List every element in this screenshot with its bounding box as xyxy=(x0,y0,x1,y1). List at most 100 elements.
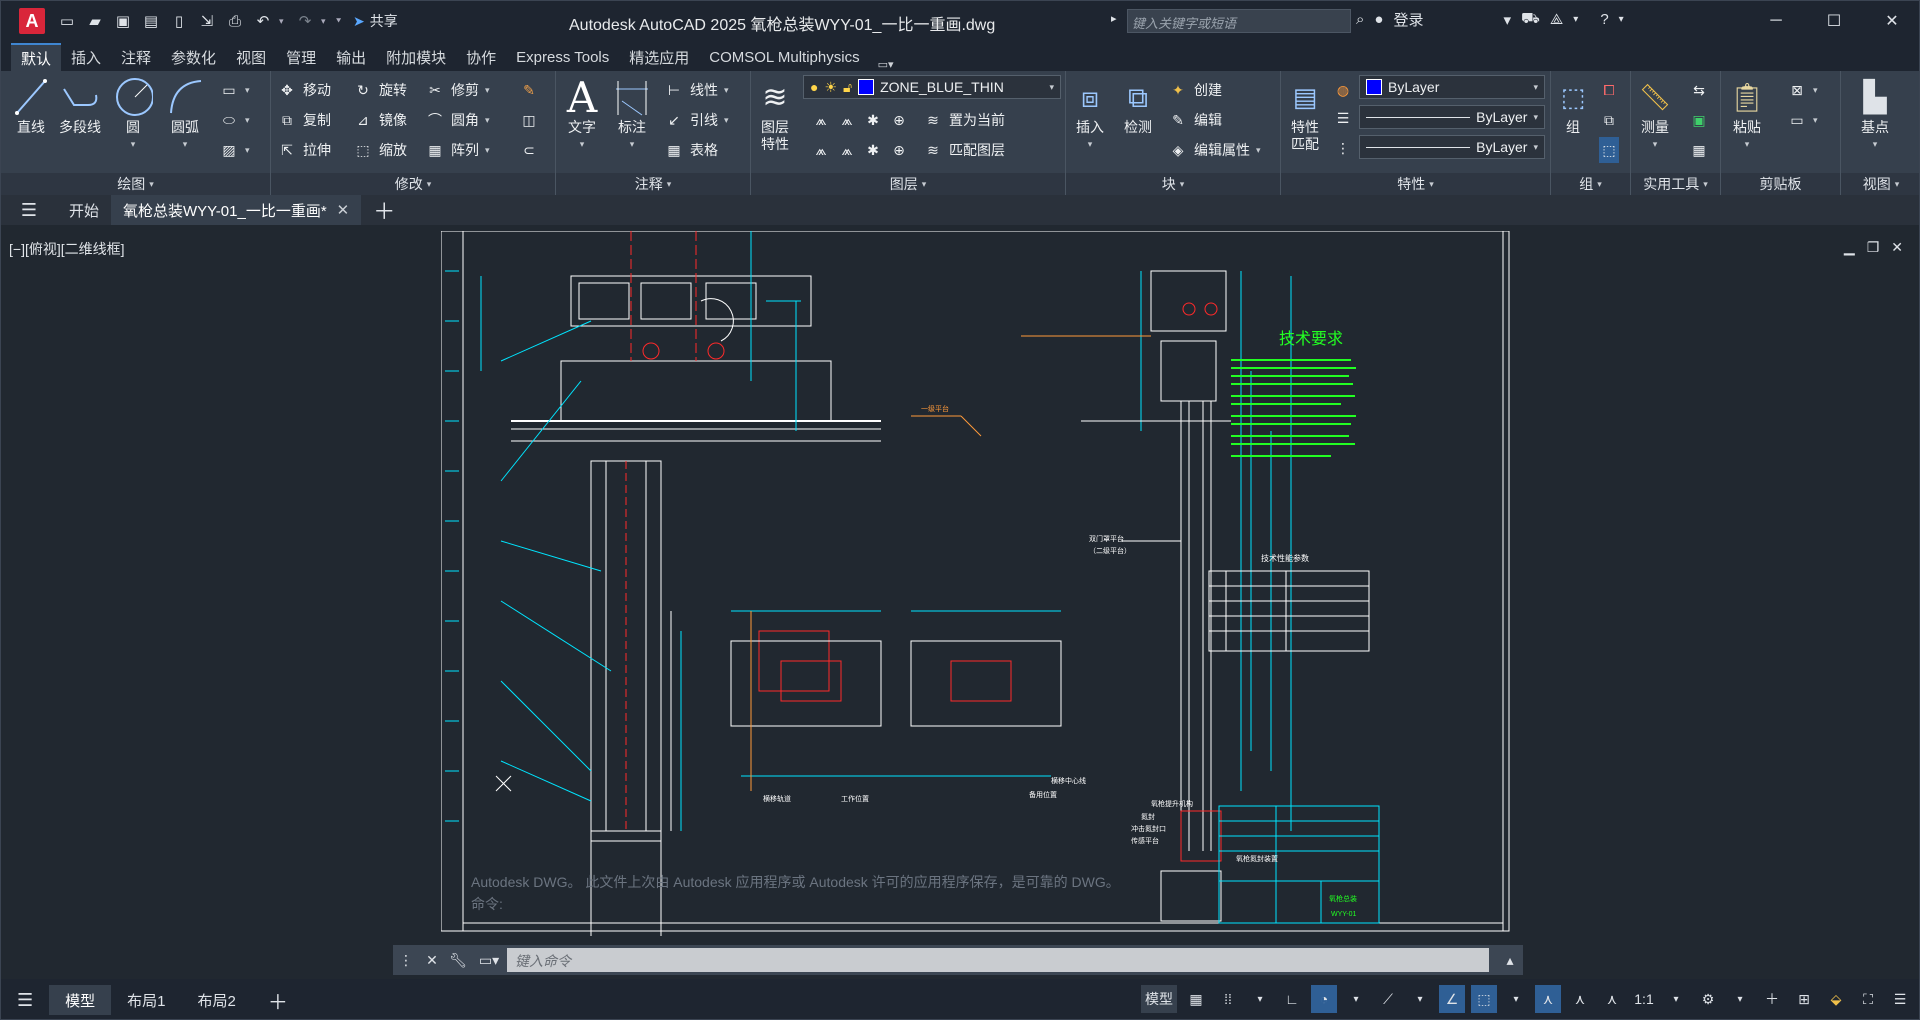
grip-icon[interactable]: ⋮ xyxy=(393,945,419,975)
array-button[interactable]: ▦ 阵列 ▾ xyxy=(425,137,489,163)
polar-icon[interactable]: ◔ xyxy=(1311,985,1337,1013)
layout-menu-icon[interactable]: ☰ xyxy=(1,985,49,1015)
new-tab-icon[interactable]: ＋ xyxy=(361,195,407,225)
ribbon-toggle-icon[interactable]: ▭▾ xyxy=(878,58,894,71)
ellipse-button[interactable]: ⬭ ▾ xyxy=(219,107,250,133)
tab-featured-apps[interactable]: 精选应用 xyxy=(619,43,699,71)
customize-status-icon[interactable]: ☰ xyxy=(1887,985,1913,1013)
ungroup-icon[interactable]: ⧠ xyxy=(1599,77,1619,103)
copy-clip-icon[interactable]: ▭ ▾ xyxy=(1787,107,1817,133)
help-dropdown-icon[interactable]: ▾ xyxy=(1619,14,1624,25)
annotation-scale-icon[interactable]: ⋏ xyxy=(1599,985,1625,1013)
object-snap-icon[interactable]: ⬚ xyxy=(1471,985,1497,1013)
cad-drawing[interactable]: 技术要求 技术性能参数 氧枪总装 WYY-01 一级平台 双门罩平台 （二级平台… xyxy=(441,231,1511,936)
move-button[interactable]: ✥ 移动 xyxy=(277,77,331,103)
vp-minimize-icon[interactable]: ▁ xyxy=(1844,239,1855,256)
dimension-button[interactable]: 标注 ▾ xyxy=(612,75,652,153)
panel-block-title[interactable]: 块 ▾ xyxy=(1066,173,1280,195)
tab-insert[interactable]: 插入 xyxy=(61,43,111,71)
measure-button[interactable]: 📏︎ 测量 ▾ xyxy=(1635,75,1675,153)
vp-restore-icon[interactable]: ❐ xyxy=(1867,239,1880,256)
panel-groups-title[interactable]: 组 ▾ xyxy=(1551,173,1630,195)
linear-dim-button[interactable]: ⊢ 线性 ▾ xyxy=(664,77,729,103)
connect-icon[interactable]: ⟁ xyxy=(1550,11,1563,28)
quick-select-icon[interactable]: ⇆ xyxy=(1689,77,1709,103)
search-expand-icon[interactable]: ▸ xyxy=(1111,12,1117,25)
workspace-dropdown-icon[interactable]: ▾ xyxy=(1727,985,1753,1013)
save-as-icon[interactable]: ▤ xyxy=(139,9,163,33)
close-cmd-icon[interactable]: ✕ xyxy=(419,945,445,975)
new-file-icon[interactable]: ▭ xyxy=(55,9,79,33)
tab-annotate[interactable]: 注释 xyxy=(111,43,161,71)
group-button[interactable]: ⬚ 组 xyxy=(1553,75,1593,136)
circle-dropdown-icon[interactable]: ▾ xyxy=(131,136,136,153)
minimize-icon[interactable]: ─ xyxy=(1747,1,1805,41)
tab-collaborate[interactable]: 协作 xyxy=(456,43,506,71)
snap-icon[interactable]: ⁞⁞ xyxy=(1215,985,1241,1013)
maximize-icon[interactable]: ☐ xyxy=(1805,1,1863,41)
leader-button[interactable]: ↙ 引线 ▾ xyxy=(664,107,728,133)
base-view-button[interactable]: ▙ 基点 ▾ xyxy=(1855,75,1895,153)
redo-icon[interactable]: ↷ xyxy=(293,9,317,33)
cmd-expand-icon[interactable]: ▴ xyxy=(1497,945,1523,975)
command-input[interactable]: 键入命令 xyxy=(507,948,1489,972)
tab-express-tools[interactable]: Express Tools xyxy=(506,43,619,71)
osnap-dropdown-icon[interactable]: ▾ xyxy=(1503,985,1529,1013)
tab-layout2[interactable]: 布局2 xyxy=(182,985,252,1015)
arc-button[interactable]: 圆弧 ▾ xyxy=(165,75,205,153)
tab-manage[interactable]: 管理 xyxy=(276,43,326,71)
snap-dropdown-icon[interactable]: ▾ xyxy=(1247,985,1273,1013)
panel-annotation-title[interactable]: 注释 ▾ xyxy=(556,173,750,195)
share-button[interactable]: ➤ 共享 xyxy=(353,11,398,31)
vp-close-icon[interactable]: ✕ xyxy=(1891,239,1903,256)
scale-button[interactable]: ⬚ 缩放 xyxy=(353,137,407,163)
inspect-button[interactable]: ⧉ 检测 xyxy=(1118,75,1158,136)
close-icon[interactable]: ✕ xyxy=(1863,1,1919,41)
table-button[interactable]: ▦ 表格 xyxy=(664,137,718,163)
trim-button[interactable]: ✂ 修剪 ▾ xyxy=(425,77,489,103)
object-snap-tracking-icon[interactable]: ∠ xyxy=(1439,985,1465,1013)
tab-layout1[interactable]: 布局1 xyxy=(111,985,181,1015)
tab-comsol[interactable]: COMSOL Multiphysics xyxy=(699,43,869,71)
paste-button[interactable]: 📋︎ 粘贴 ▾ xyxy=(1727,75,1767,153)
stretch-button[interactable]: ⇱ 拉伸 xyxy=(277,137,331,163)
panel-layers-title[interactable]: 图层 ▾ xyxy=(751,173,1065,195)
help-icon[interactable]: ? xyxy=(1600,11,1608,28)
group-edit-icon[interactable]: ⧉ xyxy=(1599,107,1619,133)
annotation-visibility-icon[interactable]: ⋏ xyxy=(1535,985,1561,1013)
select-all-icon[interactable]: ▣ xyxy=(1689,107,1709,133)
undo-dropdown-icon[interactable]: ▾ xyxy=(279,16,289,27)
edit-attributes-button[interactable]: ◈ 编辑属性 ▾ xyxy=(1168,137,1261,163)
plot-icon[interactable]: ⎙ xyxy=(223,9,247,33)
open-folder-icon[interactable]: ▰ xyxy=(83,9,107,33)
tab-view[interactable]: 视图 xyxy=(226,43,276,71)
web-mobile-icon[interactable]: ▯ xyxy=(167,9,191,33)
layer-tools-row1[interactable]: ⩕ ⩕ ✱ ⊕ xyxy=(811,107,909,133)
color-dropdown[interactable]: ByLayer ▾ xyxy=(1359,75,1545,99)
arc-dropdown-icon[interactable]: ▾ xyxy=(183,136,188,153)
panel-draw-title[interactable]: 绘图 ▾ xyxy=(1,173,270,195)
tab-addins[interactable]: 附加模块 xyxy=(376,43,456,71)
polar-dropdown-icon[interactable]: ▾ xyxy=(1343,985,1369,1013)
lineweight-dropdown[interactable]: ByLayer ▾ xyxy=(1359,135,1545,159)
redo-dropdown-icon[interactable]: ▾ xyxy=(321,16,331,27)
panel-utilities-title[interactable]: 实用工具 ▾ xyxy=(1631,173,1720,195)
insert-block-button[interactable]: ⧈ 插入 ▾ xyxy=(1070,75,1110,153)
fillet-button[interactable]: ⌒ 圆角 ▾ xyxy=(425,107,490,133)
workspace-gear-icon[interactable]: ⚙ xyxy=(1695,985,1721,1013)
tab-output[interactable]: 输出 xyxy=(326,43,376,71)
recent-commands-icon[interactable]: ▭▾ xyxy=(471,945,507,975)
copy-button[interactable]: ⧉ 复制 xyxy=(277,107,331,133)
drawing-viewport[interactable]: [−][俯视][二维线框] ▁ ❐ ✕ 技术要求 技术性能参数 氧枪总装 WYY… xyxy=(1,231,1919,975)
connect-dropdown-icon[interactable]: ▾ xyxy=(1573,14,1578,25)
login-link[interactable]: 登录 xyxy=(1393,9,1423,30)
isolate-objects-icon[interactable]: ⬙ xyxy=(1823,985,1849,1013)
model-space-toggle[interactable]: 模型 xyxy=(1141,985,1177,1013)
tab-model[interactable]: 模型 xyxy=(49,985,112,1015)
tab-default[interactable]: 默认 xyxy=(11,43,62,71)
cut-icon[interactable]: ⊠ ▾ xyxy=(1787,77,1817,103)
linetype-icon[interactable]: ☰ xyxy=(1333,105,1353,131)
customize-qa-icon[interactable]: ⯆ xyxy=(335,16,345,27)
save-icon[interactable]: ▣ xyxy=(111,9,135,33)
panel-clipboard-title[interactable]: 剪贴板 xyxy=(1721,173,1840,195)
